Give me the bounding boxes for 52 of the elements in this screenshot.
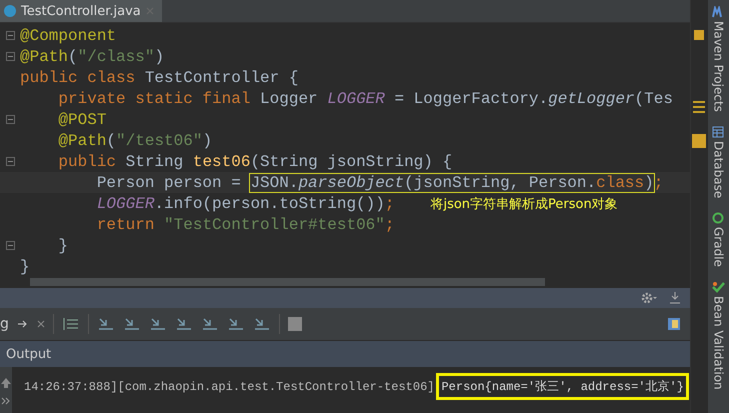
run-tab[interactable]: g bbox=[0, 316, 9, 332]
log-result: Person{name='张三', address='北京'} bbox=[436, 373, 689, 400]
tab-title: TestController.java bbox=[21, 4, 141, 18]
panel-title: Output bbox=[6, 346, 52, 362]
list-icon[interactable] bbox=[62, 316, 80, 332]
gradle-icon bbox=[712, 212, 724, 224]
code-line: public String test06(String jsonString) { bbox=[57, 152, 452, 170]
class-file-icon bbox=[4, 5, 16, 17]
code-line: @Path("/class") bbox=[20, 48, 164, 66]
step-icon[interactable] bbox=[148, 316, 167, 332]
tool-window-button[interactable]: Bean Validation bbox=[711, 281, 726, 390]
code-line: @Path("/test06") bbox=[57, 132, 212, 150]
log-line: 14:26:37:888][com.zhaopin.api.test.TestController-test06] bbox=[24, 380, 434, 394]
horizontal-scrollbar[interactable] bbox=[30, 278, 545, 286]
code-line: } bbox=[20, 258, 30, 276]
lines-mark-icon bbox=[693, 100, 706, 114]
up-arrow-icon[interactable] bbox=[0, 377, 12, 389]
code-line: public class TestController { bbox=[20, 68, 298, 86]
code-line: private static final Logger LOGGER = LoggerFactory.getLogger(Tes bbox=[57, 90, 673, 108]
fold-icon[interactable] bbox=[6, 157, 14, 166]
code-line: @Component bbox=[20, 26, 116, 44]
settings-icon[interactable] bbox=[640, 291, 658, 305]
step-icon[interactable] bbox=[252, 316, 271, 332]
code-line: } bbox=[57, 236, 68, 254]
pin-icon[interactable] bbox=[16, 319, 29, 329]
fold-icon[interactable] bbox=[6, 115, 14, 124]
table-icon bbox=[712, 126, 724, 138]
warning-mark bbox=[692, 134, 706, 148]
code-line: @POST bbox=[57, 110, 106, 128]
fold-icon[interactable] bbox=[6, 52, 14, 61]
tool-window-button[interactable]: Maven Projects bbox=[711, 6, 726, 112]
stop-icon[interactable] bbox=[288, 317, 302, 331]
hide-icon[interactable] bbox=[668, 291, 682, 305]
fold-icon[interactable] bbox=[6, 241, 14, 250]
step-icon[interactable] bbox=[122, 316, 141, 332]
check-icon bbox=[712, 281, 725, 294]
layout-icon[interactable] bbox=[666, 316, 682, 332]
code-line: return "TestController#test06"; bbox=[96, 216, 394, 234]
code-line: LOGGER.info(person.toString()); bbox=[96, 194, 394, 212]
close-icon[interactable] bbox=[36, 320, 45, 328]
editor-tab[interactable]: TestController.java bbox=[0, 0, 162, 22]
tool-window-button[interactable]: Gradle bbox=[711, 212, 726, 268]
fold-icon[interactable] bbox=[6, 31, 14, 40]
step-icon[interactable] bbox=[174, 316, 193, 332]
expand-icon[interactable] bbox=[1, 397, 11, 405]
step-icon[interactable] bbox=[226, 316, 245, 332]
annotation-note: 将json字符串解析成Person对象 bbox=[430, 196, 618, 212]
code-line: Person person = JSON.parseObject(jsonString, Person.class); bbox=[96, 174, 664, 192]
warning-mark bbox=[694, 30, 704, 40]
step-icon[interactable] bbox=[200, 316, 219, 332]
tool-window-button[interactable]: Database bbox=[711, 126, 726, 198]
step-icon[interactable] bbox=[96, 316, 115, 332]
